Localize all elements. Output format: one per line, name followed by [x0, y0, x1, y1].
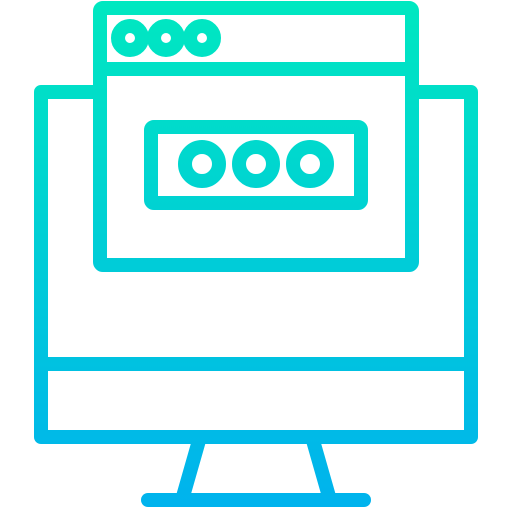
computer-password-window-icon	[34, 1, 478, 507]
monitor-stand	[175, 430, 337, 507]
password-dot-1-icon	[178, 140, 226, 188]
password-dot-2-icon	[232, 140, 280, 188]
window-dot-3-icon	[183, 19, 221, 57]
icon-canvas	[0, 0, 512, 512]
window-dot-1-icon	[111, 19, 149, 57]
password-dot-3-icon	[286, 140, 334, 188]
window-dot-2-icon	[147, 19, 185, 57]
